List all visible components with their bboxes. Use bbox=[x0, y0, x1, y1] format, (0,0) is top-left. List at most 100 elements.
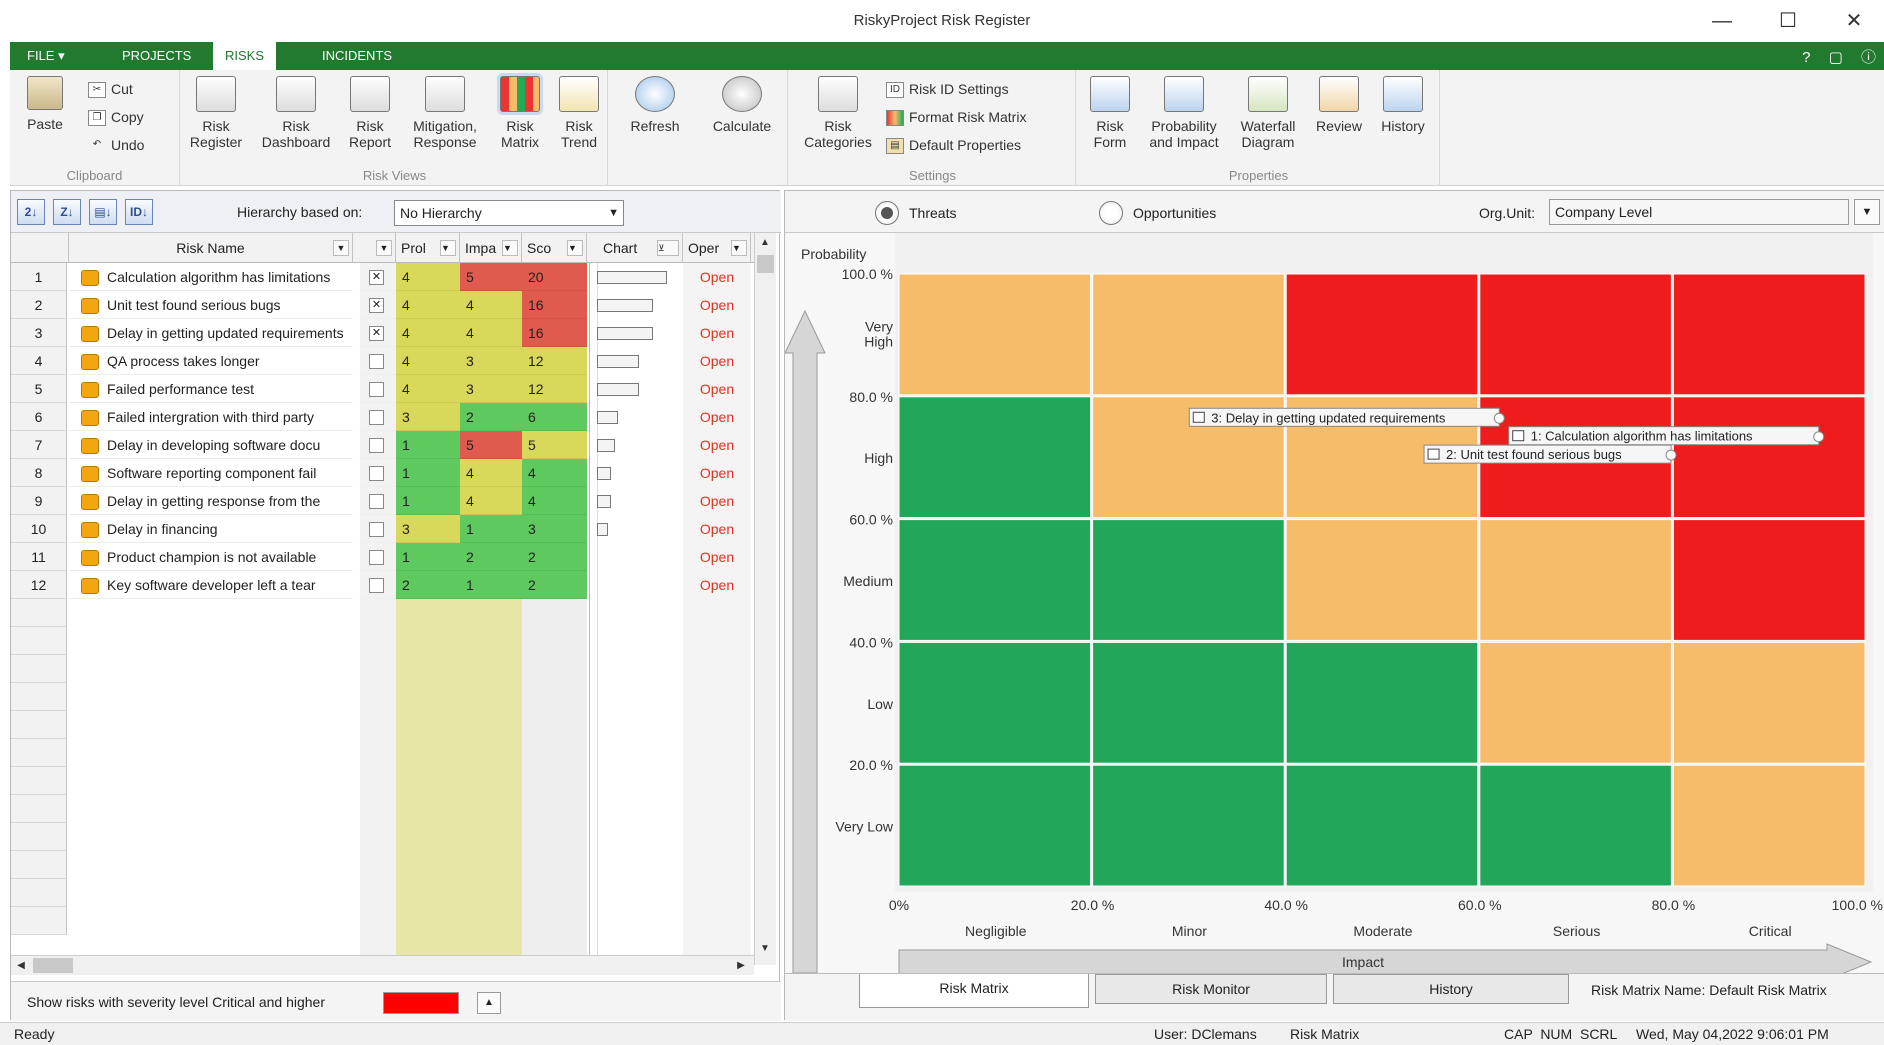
matrix-cell[interactable] bbox=[1479, 273, 1672, 396]
risk-checkbox-cell[interactable] bbox=[360, 543, 396, 571]
status-cell[interactable]: Open bbox=[683, 319, 751, 347]
matrix-cell[interactable] bbox=[1672, 519, 1866, 641]
scroll-down-icon[interactable]: ▼ bbox=[755, 939, 775, 959]
matrix-cell[interactable] bbox=[1092, 273, 1285, 396]
probability-cell[interactable]: 4 bbox=[396, 291, 460, 319]
review-button[interactable]: Review bbox=[1308, 76, 1370, 134]
table-row[interactable]: 1 Calculation algorithm has limitations ✕ 4… bbox=[11, 263, 776, 291]
row-number[interactable]: 1 bbox=[11, 263, 67, 291]
row-number[interactable]: 4 bbox=[11, 347, 67, 375]
matrix-cell[interactable] bbox=[1285, 273, 1479, 396]
impact-cell[interactable]: 5 bbox=[460, 431, 522, 459]
score-cell[interactable]: 4 bbox=[522, 487, 587, 515]
probability-cell[interactable]: 4 bbox=[396, 319, 460, 347]
impact-cell[interactable]: 1 bbox=[460, 571, 522, 599]
horizontal-scrollbar[interactable]: ◀ ▶ bbox=[11, 955, 754, 975]
table-row[interactable]: 9 Delay in getting response from the 1 4 4 Op… bbox=[11, 487, 776, 515]
status-cell[interactable]: Open bbox=[683, 459, 751, 487]
status-cell[interactable]: Open bbox=[683, 431, 751, 459]
chevron-down-icon[interactable]: ▼ bbox=[440, 240, 456, 256]
risk-checkbox[interactable] bbox=[369, 550, 384, 565]
org-unit-select[interactable]: Company Level ▼ bbox=[1549, 199, 1880, 225]
matrix-cell[interactable] bbox=[1672, 396, 1866, 519]
score-cell[interactable]: 6 bbox=[522, 403, 587, 431]
risk-checkbox[interactable]: ✕ bbox=[369, 326, 384, 341]
chevron-down-icon[interactable]: ▼ bbox=[376, 240, 392, 256]
score-cell[interactable]: 2 bbox=[522, 571, 587, 599]
risk-checkbox-cell[interactable] bbox=[360, 459, 396, 487]
risk-name-cell[interactable]: Delay in getting response from the bbox=[69, 487, 353, 515]
risk-checkbox-cell[interactable] bbox=[360, 347, 396, 375]
matrix-cell[interactable] bbox=[1672, 273, 1866, 396]
tab-risk-monitor[interactable]: Risk Monitor bbox=[1095, 974, 1327, 1004]
sort-id-icon[interactable]: ID↓ bbox=[125, 199, 153, 225]
threats-radio[interactable] bbox=[875, 201, 899, 225]
table-row[interactable]: 3 Delay in getting updated requirements ✕ 4… bbox=[11, 319, 776, 347]
risk-checkbox[interactable] bbox=[369, 466, 384, 481]
chevron-down-icon[interactable]: ▼ bbox=[731, 240, 747, 256]
status-cell[interactable]: Open bbox=[683, 263, 751, 291]
risk-dashboard-button[interactable]: Risk Dashboard bbox=[252, 76, 340, 150]
matrix-cell[interactable] bbox=[1672, 764, 1866, 887]
score-cell[interactable]: 2 bbox=[522, 543, 587, 571]
minimize-button[interactable]: — bbox=[1697, 6, 1747, 36]
table-row[interactable]: 12 Key software developer left a tear 2 1 2 O… bbox=[11, 571, 776, 599]
vertical-scrollbar[interactable]: ▲ ▼ bbox=[754, 233, 776, 965]
score-cell[interactable]: 4 bbox=[522, 459, 587, 487]
risk-name-cell[interactable]: Delay in getting updated requirements bbox=[69, 319, 353, 347]
risk-checkbox[interactable] bbox=[369, 354, 384, 369]
tab-file[interactable]: FILE ▾ bbox=[15, 42, 77, 70]
row-number[interactable]: 5 bbox=[11, 375, 67, 403]
probability-impact-button[interactable]: Probability and Impact bbox=[1140, 76, 1228, 150]
score-cell[interactable]: 12 bbox=[522, 375, 587, 403]
row-number[interactable]: 11 bbox=[11, 543, 67, 571]
row-number[interactable]: 12 bbox=[11, 571, 67, 599]
table-row[interactable]: 2 Unit test found serious bugs ✕ 4 4 16 Open bbox=[11, 291, 776, 319]
header-risk-name[interactable]: Risk Name ▼ bbox=[69, 233, 353, 263]
scroll-left-icon[interactable]: ◀ bbox=[11, 956, 31, 976]
risk-checkbox[interactable] bbox=[369, 494, 384, 509]
risk-trend-button[interactable]: Risk Trend bbox=[550, 76, 608, 150]
matrix-cell[interactable] bbox=[898, 273, 1092, 396]
status-cell[interactable]: Open bbox=[683, 543, 751, 571]
impact-cell[interactable]: 2 bbox=[460, 403, 522, 431]
impact-cell[interactable]: 4 bbox=[460, 487, 522, 515]
scroll-thumb[interactable] bbox=[757, 255, 774, 273]
risk-name-cell[interactable]: Failed performance test bbox=[69, 375, 353, 403]
risk-name-cell[interactable]: QA process takes longer bbox=[69, 347, 353, 375]
matrix-cell[interactable] bbox=[1092, 764, 1285, 887]
table-row[interactable]: 4 QA process takes longer 4 3 12 Open bbox=[11, 347, 776, 375]
impact-cell[interactable]: 1 bbox=[460, 515, 522, 543]
severity-color-swatch[interactable] bbox=[383, 992, 459, 1014]
mitigation-response-button[interactable]: Mitigation, Response bbox=[400, 76, 490, 150]
risk-id-settings-button[interactable]: ID Risk ID Settings bbox=[886, 78, 1009, 100]
status-cell[interactable]: Open bbox=[683, 347, 751, 375]
header-status[interactable]: Oper ▼ bbox=[683, 233, 751, 263]
matrix-cell[interactable] bbox=[1092, 641, 1285, 764]
matrix-cell[interactable] bbox=[1672, 641, 1866, 764]
risk-checkbox[interactable] bbox=[369, 410, 384, 425]
format-risk-matrix-button[interactable]: Format Risk Matrix bbox=[886, 106, 1026, 128]
score-cell[interactable]: 3 bbox=[522, 515, 587, 543]
copy-button[interactable]: ❐ Copy bbox=[88, 106, 144, 128]
risk-checkbox-cell[interactable] bbox=[360, 515, 396, 543]
risk-name-cell[interactable]: Delay in developing software docu bbox=[69, 431, 353, 459]
sort-desc-icon[interactable]: Z↓ bbox=[53, 199, 81, 225]
sort-asc-icon[interactable]: 2↓ bbox=[17, 199, 45, 225]
hscroll-thumb[interactable] bbox=[33, 958, 73, 973]
matrix-cell[interactable] bbox=[1092, 519, 1285, 641]
probability-cell[interactable]: 3 bbox=[396, 403, 460, 431]
risk-form-button[interactable]: Risk Form bbox=[1082, 76, 1138, 150]
scroll-right-icon[interactable]: ▶ bbox=[731, 956, 751, 976]
row-number[interactable]: 3 bbox=[11, 319, 67, 347]
chevron-down-icon[interactable]: ▼ bbox=[1854, 199, 1880, 225]
risk-checkbox-cell[interactable]: ✕ bbox=[360, 319, 396, 347]
impact-cell[interactable]: 4 bbox=[460, 291, 522, 319]
close-button[interactable]: ✕ bbox=[1829, 6, 1879, 36]
header-chart[interactable]: Chart ⊻ bbox=[589, 233, 683, 263]
header-score[interactable]: Sco ▼ bbox=[522, 233, 587, 263]
status-cell[interactable]: Open bbox=[683, 515, 751, 543]
risk-checkbox-cell[interactable] bbox=[360, 375, 396, 403]
table-row[interactable]: 10 Delay in financing 3 1 3 Open bbox=[11, 515, 776, 543]
row-number[interactable]: 6 bbox=[11, 403, 67, 431]
